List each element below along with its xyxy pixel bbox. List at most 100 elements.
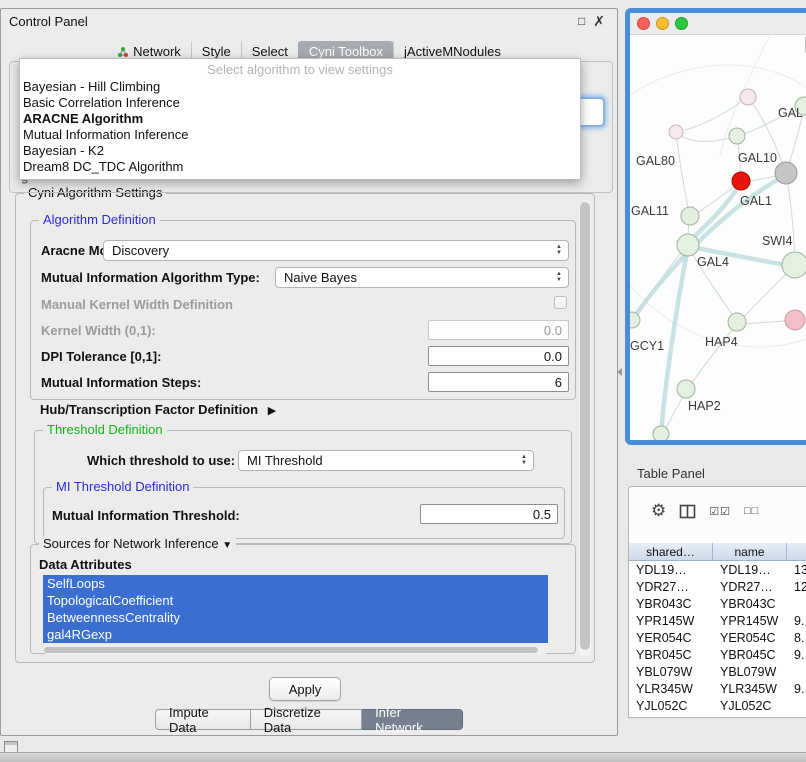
node-unlabeled-3[interactable] <box>729 128 745 144</box>
network-icon <box>117 46 129 58</box>
network-canvas[interactable]: GAL80 GAL10 GAL11 GAL1 SWI4 GAL4 GCY1 HA… <box>630 35 806 440</box>
tab-infer-network-label: Infer Network <box>375 705 449 735</box>
column-header-clipped[interactable] <box>787 543 806 561</box>
table-row[interactable]: YBL079W YBL079W <box>629 663 806 680</box>
node-gal11[interactable] <box>681 207 699 225</box>
cell-shared-name: YBR045C <box>629 648 713 662</box>
tab-impute-data[interactable]: Impute Data <box>155 709 251 730</box>
cell-value: 9. <box>787 648 806 662</box>
dpi-tolerance-field[interactable]: 0.0 <box>428 346 569 366</box>
mi-steps-value: 6 <box>555 375 562 390</box>
sources-group-title[interactable]: Sources for Network Inference ▼ <box>39 536 236 551</box>
node-label-gal-clipped[interactable]: GAL <box>778 106 803 120</box>
attribute-item-gal4rgexp[interactable]: gal4RGexp <box>43 626 548 643</box>
node-label-gal4[interactable]: GAL4 <box>697 255 729 269</box>
node-label-gal1[interactable]: GAL1 <box>740 194 772 208</box>
close-traffic-light[interactable] <box>637 17 650 30</box>
node-label-gal11[interactable]: GAL11 <box>631 204 669 218</box>
mi-steps-field[interactable]: 6 <box>428 372 569 392</box>
dropdown-item-basic-correlation[interactable]: Basic Correlation Inference <box>20 95 580 111</box>
manual-kernel-checkbox[interactable] <box>554 296 567 309</box>
which-threshold-label: Which threshold to use: <box>87 453 235 468</box>
combo-stepper-icon: ▲▼ <box>521 454 527 466</box>
table-row[interactable]: YER054C YER054C 8. <box>629 629 806 646</box>
node-gal4[interactable] <box>677 234 699 256</box>
node-gal10[interactable] <box>775 162 797 184</box>
which-threshold-combobox[interactable]: MI Threshold ▲▼ <box>238 450 534 471</box>
cell-shared-name: YLR345W <box>629 682 713 696</box>
threshold-definition-group: Threshold Definition Which threshold to … <box>34 430 572 544</box>
cell-name: YBR043C <box>713 597 787 611</box>
mi-threshold-field[interactable]: 0.5 <box>420 504 558 524</box>
table-row[interactable]: YBR043C YBR043C <box>629 595 806 612</box>
attribute-item-betweennesscentrality[interactable]: BetweennessCentrality <box>43 609 548 626</box>
node-label-swi4[interactable]: SWI4 <box>762 234 793 248</box>
node-hap2[interactable] <box>677 380 695 398</box>
tab-discretize-data-label: Discretize Data <box>264 705 348 735</box>
cell-shared-name: YPR145W <box>629 614 713 628</box>
attribute-list-hscrollbar[interactable] <box>43 646 548 654</box>
columns-icon[interactable] <box>679 504 696 519</box>
kernel-width-field[interactable]: 0.0 <box>428 320 569 340</box>
table-body: YDL19… YDL19… 13… YDR27… YDR27… 12… YBR0… <box>629 561 806 714</box>
splitter-collapse-arrow[interactable] <box>617 368 622 376</box>
node-swi4[interactable] <box>782 252 806 278</box>
control-panel-titlebar: Control Panel □ ✗ <box>1 9 617 33</box>
network-graph[interactable]: GAL80 GAL10 GAL11 GAL1 SWI4 GAL4 GCY1 HA… <box>630 35 806 440</box>
node-label-gal80[interactable]: GAL80 <box>636 154 675 168</box>
tab-discretize-data[interactable]: Discretize Data <box>251 709 362 730</box>
float-window-icon[interactable]: □ <box>574 14 589 28</box>
node-label-gcy1[interactable]: GCY1 <box>630 339 664 353</box>
column-header-shared-name[interactable]: shared… <box>629 543 713 561</box>
select-all-checks-icon[interactable]: ☑☑ <box>709 505 731 518</box>
node-unlabeled-1[interactable] <box>740 89 756 105</box>
scrollbar-thumb[interactable] <box>580 202 590 650</box>
node-hap4[interactable] <box>728 313 746 331</box>
gear-icon[interactable]: ⚙ <box>651 501 666 521</box>
cell-name: YPR145W <box>713 614 787 628</box>
deselect-all-boxes-icon[interactable]: □□ <box>744 505 759 517</box>
tab-infer-network[interactable]: Infer Network <box>362 709 463 730</box>
cell-name: YDR27… <box>713 580 787 594</box>
mi-type-combobox[interactable]: Naive Bayes ▲▼ <box>275 267 569 288</box>
attribute-list: SelfLoops TopologicalCoefficient Between… <box>43 575 548 643</box>
dropdown-item-bayesian-k2[interactable]: Bayesian - K2 <box>20 143 580 159</box>
hscrollbar-thumb[interactable] <box>44 647 538 653</box>
node-label-hap4[interactable]: HAP4 <box>705 335 738 349</box>
node-gal1[interactable] <box>732 172 750 190</box>
attribute-item-selfloops[interactable]: SelfLoops <box>43 575 548 592</box>
close-window-icon[interactable]: ✗ <box>589 13 609 30</box>
table-row[interactable]: YPR145W YPR145W 9. <box>629 612 806 629</box>
table-row[interactable]: YJL052C YJL052C <box>629 697 806 714</box>
dropdown-item-aracne[interactable]: ARACNE Algorithm <box>20 111 580 127</box>
hub-definition-expander[interactable]: Hub/Transcription Factor Definition ▶ <box>40 402 276 417</box>
node-unlabeled-2[interactable] <box>669 125 683 139</box>
dropdown-item-bayesian-hill-climbing[interactable]: Bayesian - Hill Climbing <box>20 79 580 95</box>
aracne-mode-combobox[interactable]: Discovery ▲▼ <box>103 240 569 261</box>
node-unlabeled-4[interactable] <box>785 310 805 330</box>
node-label-gal10[interactable]: GAL10 <box>738 151 777 165</box>
attribute-item-topologicalcoefficient[interactable]: TopologicalCoefficient <box>43 592 548 609</box>
minimize-traffic-light[interactable] <box>656 17 669 30</box>
apply-button[interactable]: Apply <box>269 677 341 701</box>
cyni-bottom-tab-bar: Impute Data Discretize Data Infer Networ… <box>155 709 463 730</box>
column-header-name[interactable]: name <box>713 543 787 561</box>
combo-stepper-icon: ▲▼ <box>556 244 562 256</box>
cyni-algorithm-settings-group: Cyni Algorithm Settings Algorithm Defini… <box>15 193 595 663</box>
control-panel-window: Control Panel □ ✗ Network Style Se <box>0 8 618 736</box>
node-unlabeled-5[interactable] <box>653 426 669 440</box>
table-row[interactable]: YBR045C YBR045C 9. <box>629 646 806 663</box>
table-panel-window: ⚙ ☑☑ □□ shared… name YDL19… YDL19… 13… Y… <box>628 486 806 718</box>
mi-threshold-label: Mutual Information Threshold: <box>52 508 240 523</box>
table-row[interactable]: YLR345W YLR345W 9. <box>629 680 806 697</box>
dropdown-item-mutual-information[interactable]: Mutual Information Inference <box>20 127 580 143</box>
settings-vertical-scrollbar[interactable] <box>579 200 591 656</box>
dropdown-item-dream8[interactable]: Dream8 DC_TDC Algorithm <box>20 159 580 175</box>
table-row[interactable]: YDR27… YDR27… 12… <box>629 578 806 595</box>
cell-shared-name: YDR27… <box>629 580 713 594</box>
cell-value: 8. <box>787 631 806 645</box>
node-label-hap2[interactable]: HAP2 <box>688 399 721 413</box>
zoom-traffic-light[interactable] <box>675 17 688 30</box>
tab-impute-data-label: Impute Data <box>169 705 237 735</box>
table-row[interactable]: YDL19… YDL19… 13… <box>629 561 806 578</box>
